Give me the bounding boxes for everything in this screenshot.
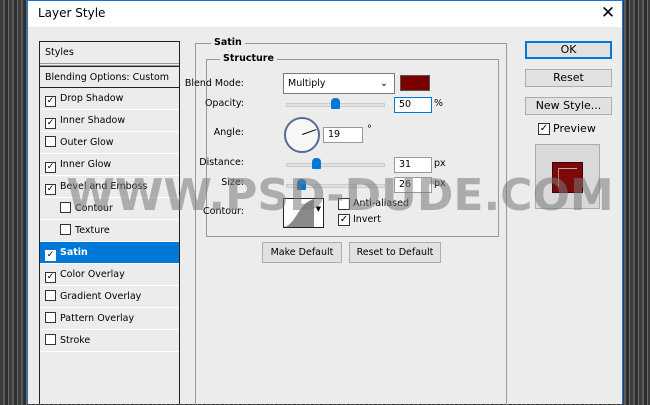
styles-list: Styles Blending Options: Custom ✓ Drop Sh… [39,41,180,404]
style-item-stroke[interactable]: Stroke [40,330,179,352]
close-icon[interactable]: ✕ [598,3,618,23]
style-item-label: Outer Glow [60,137,114,148]
size-input[interactable]: 26 [394,177,432,193]
anti-aliased-label: Anti-aliased [353,198,410,209]
reset-to-default-button[interactable]: Reset to Default [349,242,441,263]
angle-needle [302,129,317,135]
style-preview [535,144,600,209]
opacity-unit: % [434,98,444,109]
style-item-label: Stroke [60,335,91,346]
style-item-bevel-and-emboss[interactable]: ✓ Bevel and Emboss [40,176,179,198]
checkbox[interactable]: ✓ [45,118,56,129]
style-item-label: Drop Shadow [60,93,124,104]
opacity-slider-thumb[interactable] [331,98,340,109]
checkbox[interactable]: ✓ [45,184,56,195]
contour-picker[interactable]: ▼ [283,198,324,228]
blend-mode-select[interactable]: Multiply ⌄ [283,73,395,94]
style-item-label: Inner Glow [60,159,112,170]
angle-label: Angle: [213,127,244,138]
size-slider-thumb[interactable] [297,179,306,190]
style-item-label: Inner Shadow [60,115,126,126]
ok-button[interactable]: OK [525,41,612,59]
checkbox[interactable] [60,202,71,213]
layer-style-dialog: Layer Style ✕ Styles Blending Options: C… [27,0,623,405]
checkbox[interactable]: ✓ [45,250,56,261]
distance-unit: px [434,158,446,169]
chevron-down-icon: ⌄ [380,78,388,89]
angle-dial[interactable] [284,117,320,153]
satin-color-swatch[interactable] [400,75,430,91]
checkbox[interactable]: ✓ [45,272,56,283]
style-item-color-overlay[interactable]: ✓ Color Overlay [40,264,179,286]
style-item-label: Texture [75,225,110,236]
opacity-label: Opacity: [204,98,244,109]
style-item-label: Color Overlay [60,269,125,280]
angle-unit: ° [367,124,372,135]
structure-title: Structure [220,53,277,64]
new-style-button[interactable]: New Style... [525,97,612,115]
style-item-inner-glow[interactable]: ✓ Inner Glow [40,154,179,176]
blending-options[interactable]: Blending Options: Custom [40,66,179,88]
checkbox[interactable] [45,136,56,147]
style-item-label: Pattern Overlay [60,313,135,324]
style-item-label: Bevel and Emboss [60,181,148,192]
style-item-satin[interactable]: ✓ Satin [40,242,179,264]
anti-aliased-checkbox[interactable] [338,198,350,210]
invert-label: Invert [353,214,381,225]
distance-label: Distance: [199,157,244,168]
invert-checkbox[interactable]: ✓ [338,214,350,226]
style-item-label: Gradient Overlay [60,291,142,302]
angle-input[interactable]: 19 [323,127,363,143]
checkbox[interactable] [45,334,56,345]
opacity-input[interactable]: 50 [394,97,432,113]
blend-mode-value: Multiply [288,78,326,89]
style-item-label: Satin [60,247,88,258]
style-item-inner-shadow[interactable]: ✓ Inner Shadow [40,110,179,132]
reset-button[interactable]: Reset [525,69,612,87]
distance-input[interactable]: 31 [394,157,432,173]
style-item-outer-glow[interactable]: Outer Glow [40,132,179,154]
style-item-drop-shadow[interactable]: ✓ Drop Shadow [40,88,179,110]
contour-curve-icon [284,199,314,227]
checkbox[interactable] [45,312,56,323]
distance-slider[interactable] [286,163,385,167]
dropdown-arrow-icon: ▼ [315,205,321,213]
make-default-button[interactable]: Make Default [262,242,342,263]
checkbox[interactable] [45,290,56,301]
size-unit: px [434,178,446,189]
size-label: Size: [221,177,244,188]
style-item-texture[interactable]: Texture [40,220,179,242]
contour-label: Contour: [203,206,244,217]
dialog-title: Layer Style [38,6,106,20]
styles-header: Styles [40,42,179,66]
distance-slider-thumb[interactable] [312,158,321,169]
style-item-label: Contour [75,203,113,214]
style-item-gradient-overlay[interactable]: Gradient Overlay [40,286,179,308]
style-item-contour[interactable]: Contour [40,198,179,220]
checkbox[interactable]: ✓ [45,96,56,107]
satin-title: Satin [211,37,245,48]
checkbox[interactable]: ✓ [45,162,56,173]
preview-checkbox[interactable]: ✓ [538,123,550,135]
checkbox[interactable] [60,224,71,235]
style-item-pattern-overlay[interactable]: Pattern Overlay [40,308,179,330]
preview-label: Preview [553,122,596,135]
preview-swatch [552,162,583,193]
blend-mode-label: Blend Mode: [184,78,244,89]
title-bar: Layer Style ✕ [28,1,622,27]
